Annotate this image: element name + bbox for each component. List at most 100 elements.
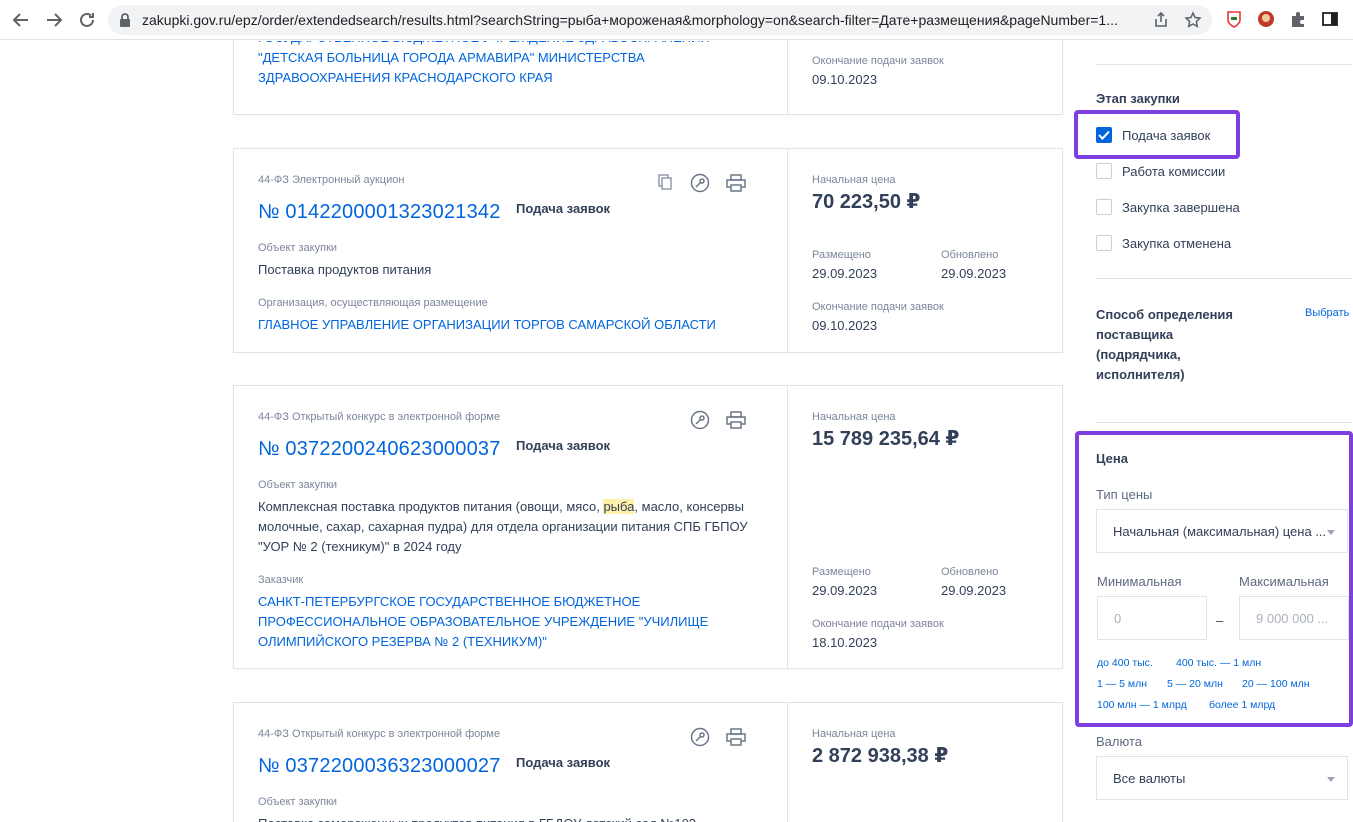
- reload-icon[interactable]: [75, 8, 99, 32]
- price-value: 2 872 938,38 ₽: [812, 745, 949, 767]
- range-link[interactable]: 5 — 20 млн: [1167, 678, 1223, 690]
- purchase-number-link[interactable]: № 0372200240623000037: [258, 438, 501, 461]
- stage-title: Этап закупки: [1096, 91, 1180, 106]
- currency-label: Валюта: [1096, 734, 1142, 749]
- stage-checkbox-commission[interactable]: Работа комиссии: [1096, 161, 1225, 181]
- search-highlight: рыба: [603, 499, 635, 514]
- stage-label: Работа комиссии: [1122, 163, 1226, 179]
- deadline-date: 09.10.2023: [812, 72, 878, 87]
- checkbox[interactable]: [1096, 163, 1112, 179]
- forward-icon[interactable]: [42, 8, 66, 32]
- min-price-input[interactable]: 0: [1097, 596, 1207, 640]
- price-type-select[interactable]: Начальная (максимальная) цена ...: [1096, 509, 1348, 553]
- range-link[interactable]: 400 тыс. — 1 млн: [1176, 657, 1261, 669]
- purchase-card: ГОСУДАРСТВЕННОЕ БЮДЖЕТНОЕ УЧРЕЖДЕНИЕ ЗДР…: [233, 41, 1063, 115]
- address-bar[interactable]: zakupki.gov.ru/epz/order/extendedsearch/…: [108, 5, 1212, 35]
- max-price-input[interactable]: 9 000 000 ...: [1239, 596, 1349, 640]
- page-content: ГОСУДАРСТВЕННОЕ БЮДЖЕТНОЕ УЧРЕЖДЕНИЕ ЗДР…: [0, 41, 1353, 822]
- deadline-date: 09.10.2023: [812, 318, 878, 333]
- price-filter-title: Цена: [1096, 451, 1128, 466]
- stage-checkbox-completed[interactable]: Закупка завершена: [1096, 197, 1240, 217]
- object-text: Комплексная поставка продуктов питания (…: [258, 499, 748, 554]
- divider: [1096, 64, 1352, 65]
- placed-date: 29.09.2023: [812, 583, 878, 598]
- deadline-label: Окончание подачи заявок: [812, 55, 944, 67]
- range-link[interactable]: 1 — 5 млн: [1097, 678, 1147, 690]
- object-text: Поставка продуктов питания: [258, 262, 432, 277]
- print-icon[interactable]: [725, 172, 747, 194]
- share-icon[interactable]: [1152, 11, 1170, 34]
- purchase-card: 44-ФЗ Электронный аукцион № 014220000132…: [233, 148, 1063, 353]
- key-icon[interactable]: [689, 409, 711, 431]
- deadline-date: 18.10.2023: [812, 635, 878, 650]
- checkbox[interactable]: [1096, 235, 1112, 251]
- law-type: 44-ФЗ Открытый конкурс в электронной фор…: [258, 728, 501, 740]
- range-link[interactable]: до 400 тыс.: [1097, 657, 1153, 669]
- stage-label: Закупка завершена: [1122, 199, 1240, 215]
- law-type: 44-ФЗ Электронный аукцион: [258, 174, 405, 186]
- price-value: 70 223,50 ₽: [812, 191, 921, 213]
- stage-checkbox-cancelled[interactable]: Закупка отменена: [1096, 233, 1231, 253]
- choose-method-link[interactable]: Выбрать: [1305, 307, 1349, 319]
- price-label: Начальная цена: [812, 411, 896, 423]
- print-icon[interactable]: [725, 409, 747, 431]
- divider: [1096, 278, 1352, 279]
- purchase-number-link[interactable]: № 0142200001323021342: [258, 201, 501, 224]
- placed-date: 29.09.2023: [812, 266, 878, 281]
- url-text: zakupki.gov.ru/epz/order/extendedsearch/…: [142, 12, 1118, 28]
- deadline-label: Окончание подачи заявок: [812, 618, 944, 630]
- annotation-highlight: [1074, 110, 1240, 159]
- currency-select[interactable]: Все валюты: [1096, 756, 1348, 800]
- extensions-puzzle-icon[interactable]: [1288, 9, 1308, 29]
- status-text: Подача заявок: [516, 438, 611, 453]
- side-panel-icon[interactable]: [1320, 9, 1340, 29]
- extension-shield-icon[interactable]: [1224, 9, 1244, 29]
- key-icon[interactable]: [689, 172, 711, 194]
- placed-label: Размещено: [812, 566, 871, 578]
- object-label: Объект закупки: [258, 242, 338, 254]
- organization-link[interactable]: САНКТ-ПЕТЕРБУРГСКОЕ ГОСУДАРСТВЕННОЕ БЮДЖ…: [258, 592, 778, 652]
- extension-avatar-icon[interactable]: [1256, 9, 1276, 29]
- range-link[interactable]: 100 млн — 1 млрд: [1097, 699, 1187, 711]
- chevron-down-icon: [1327, 530, 1335, 535]
- organization-link[interactable]: ГОСУДАРСТВЕННОЕ БЮДЖЕТНОЕ УЧРЕЖДЕНИЕ ЗДР…: [258, 41, 778, 88]
- copy-icon[interactable]: [654, 171, 676, 193]
- key-icon[interactable]: [689, 726, 711, 748]
- min-price-label: Минимальная: [1097, 574, 1182, 589]
- purchase-card: 44-ФЗ Открытый конкурс в электронной фор…: [233, 702, 1063, 822]
- print-icon[interactable]: [725, 726, 747, 748]
- status-text: Подача заявок: [516, 755, 611, 770]
- object-text: Поставка замороженных продуктов питания …: [258, 814, 768, 822]
- updated-label: Обновлено: [941, 249, 999, 261]
- stage-label: Закупка отменена: [1122, 235, 1232, 251]
- range-link[interactable]: 20 — 100 млн: [1242, 678, 1310, 690]
- purchase-number-link[interactable]: № 0372200036323000027: [258, 755, 501, 778]
- updated-date: 29.09.2023: [941, 583, 1007, 598]
- updated-label: Обновлено: [941, 566, 999, 578]
- price-type-label: Тип цены: [1096, 487, 1153, 502]
- divider: [1096, 422, 1352, 423]
- price-label: Начальная цена: [812, 728, 896, 740]
- law-type: 44-ФЗ Открытый конкурс в электронной фор…: [258, 411, 501, 423]
- org-label: Заказчик: [258, 574, 304, 586]
- object-label: Объект закупки: [258, 796, 338, 808]
- placed-label: Размещено: [812, 249, 871, 261]
- purchase-card: 44-ФЗ Открытый конкурс в электронной фор…: [233, 385, 1063, 669]
- status-text: Подача заявок: [516, 201, 611, 216]
- chevron-down-icon: [1327, 777, 1335, 782]
- price-label: Начальная цена: [812, 174, 896, 186]
- bookmark-star-icon[interactable]: [1184, 11, 1202, 34]
- price-value: 15 789 235,64 ₽: [812, 428, 960, 450]
- browser-toolbar: zakupki.gov.ru/epz/order/extendedsearch/…: [0, 0, 1353, 40]
- checkbox[interactable]: [1096, 199, 1112, 215]
- object-label: Объект закупки: [258, 479, 338, 491]
- org-label: Организация, осуществляющая размещение: [258, 297, 488, 309]
- range-dash: –: [1216, 613, 1224, 628]
- organization-link[interactable]: ГЛАВНОЕ УПРАВЛЕНИЕ ОРГАНИЗАЦИИ ТОРГОВ СА…: [258, 315, 778, 335]
- range-link[interactable]: более 1 млрд: [1209, 699, 1275, 711]
- back-icon[interactable]: [9, 8, 33, 32]
- updated-date: 29.09.2023: [941, 266, 1007, 281]
- lock-icon: [118, 12, 132, 33]
- deadline-label: Окончание подачи заявок: [812, 301, 944, 313]
- method-title: Способ определения поставщика (подрядчик…: [1096, 307, 1234, 382]
